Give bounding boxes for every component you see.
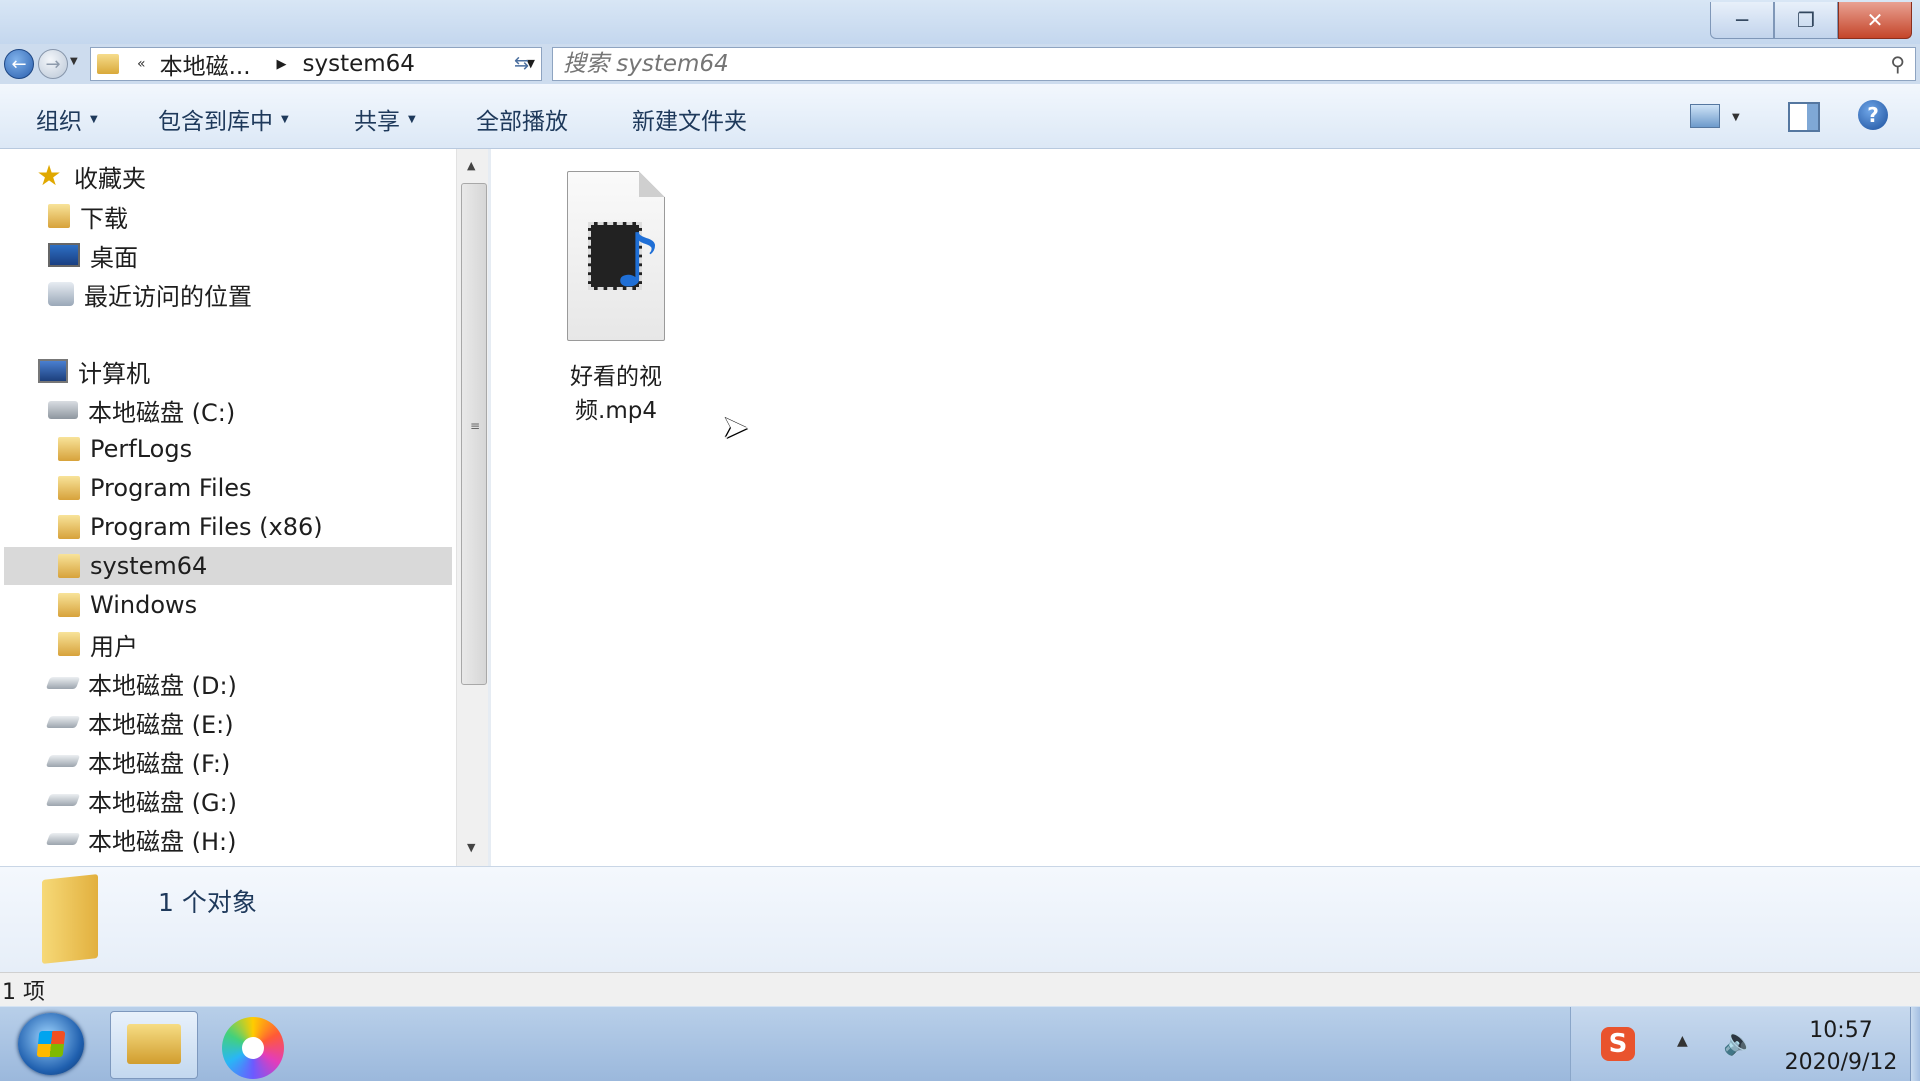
nav-drive[interactable]: 本地磁盘 (D:) [45, 664, 500, 702]
share-menu[interactable]: 共享 ▼ [354, 102, 416, 136]
search-box[interactable]: ⚲ [552, 47, 1916, 81]
folder-icon [58, 515, 80, 539]
arrow-right-icon: → [45, 53, 61, 75]
taskbar-explorer-button[interactable] [110, 1011, 198, 1079]
file-list-area[interactable]: ♪ 好看的视频.mp4 [491, 149, 1920, 866]
dropdown-triangle-icon: ▼ [281, 113, 289, 125]
status-item-count: 1 项 [2, 980, 45, 1005]
status-bar: 1 项 [0, 972, 1920, 1007]
nav-recent-places[interactable]: 最近访问的位置 [48, 275, 500, 313]
media-file-icon: ♪ [567, 171, 665, 341]
address-row: ← → ▼ « 本地磁... ▶ system64 ▼ ⇆ ⚲ [0, 44, 1920, 84]
window-controls: ─ ❐ ✕ [1710, 2, 1912, 39]
start-button[interactable] [18, 1013, 84, 1075]
system-tray: S ▲ 🔈 10:57 2020/9/12 [1570, 1007, 1920, 1081]
music-note-icon: ♪ [614, 218, 662, 304]
title-bar: ─ ❐ ✕ [0, 0, 1920, 44]
minimize-button[interactable]: ─ [1710, 2, 1774, 39]
item-count-details: 1 个对象 [158, 888, 257, 917]
volume-icon[interactable]: 🔈 [1723, 1027, 1755, 1057]
nav-drive-c[interactable]: 本地磁盘 (C:) [48, 391, 500, 429]
nav-desktop[interactable]: 桌面 [48, 236, 500, 274]
clock-time: 10:57 [1809, 1018, 1873, 1043]
restore-button[interactable]: ❐ [1774, 2, 1838, 39]
nav-folder[interactable]: PerfLogs [58, 430, 510, 468]
nav-favorites[interactable]: ★ 收藏夹 [34, 157, 486, 195]
star-icon: ★ [36, 159, 62, 192]
show-desktop-button[interactable] [1910, 1007, 1920, 1081]
preview-pane-icon[interactable] [1788, 102, 1820, 132]
system-drive-icon [48, 401, 78, 419]
change-view-icon[interactable] [1690, 104, 1720, 128]
clock-date: 2020/9/12 [1784, 1050, 1898, 1075]
downloads-folder-icon [48, 204, 70, 228]
drive-icon [45, 833, 81, 845]
drive-icon [45, 677, 81, 689]
breadcrumb-local-disk[interactable]: 本地磁... [160, 47, 251, 81]
nav-downloads[interactable]: 下载 [48, 197, 500, 235]
refresh-icon[interactable]: ⇆ [514, 53, 529, 74]
file-item[interactable]: ♪ 好看的视频.mp4 [536, 171, 696, 425]
nav-folder[interactable]: 用户 [58, 625, 510, 663]
grip-icon: ≡ [470, 419, 481, 433]
search-input[interactable] [553, 50, 1865, 78]
forward-button[interactable]: → [38, 49, 68, 79]
drive-icon [45, 794, 81, 806]
folder-icon [58, 554, 80, 578]
new-folder-button[interactable]: 新建文件夹 [632, 102, 747, 136]
taskbar-browser-button[interactable] [210, 1011, 296, 1079]
details-pane: 1 个对象 [0, 866, 1920, 973]
nav-drive[interactable]: 本地磁盘 (E:) [45, 703, 500, 741]
folder-icon [58, 437, 80, 461]
desktop-icon [48, 243, 80, 267]
back-button[interactable]: ← [4, 49, 34, 79]
explorer-folder-icon [127, 1024, 181, 1064]
breadcrumb-system64[interactable]: system64 [303, 51, 415, 77]
folder-icon [42, 874, 98, 964]
nav-scrollbar[interactable]: ▲ ≡ ▼ [456, 149, 489, 866]
folder-icon [58, 632, 80, 656]
nav-computer[interactable]: 计算机 [38, 352, 490, 390]
computer-icon [38, 359, 68, 383]
dropdown-triangle-icon: ▼ [408, 113, 416, 125]
recent-pages-dropdown[interactable]: ▼ [70, 56, 78, 67]
breadcrumb-overflow[interactable]: « [137, 56, 146, 72]
drive-icon [45, 755, 81, 767]
folder-icon [97, 54, 119, 74]
mouse-cursor-icon: ➤ [722, 408, 749, 446]
view-options-dropdown-icon[interactable]: ▼ [1732, 112, 1740, 123]
breadcrumb-separator-icon[interactable]: ▶ [277, 57, 287, 72]
nav-folder[interactable]: Program Files (x86) [58, 508, 510, 546]
dropdown-triangle-icon: ▼ [90, 113, 98, 125]
search-icon[interactable]: ⚲ [1890, 52, 1905, 76]
nav-drive[interactable]: 本地磁盘 (H:) [45, 820, 500, 858]
scroll-thumb[interactable]: ≡ [461, 183, 487, 685]
drive-icon [45, 716, 81, 728]
navigation-pane: ★ 收藏夹 下载 桌面 最近访问的位置 计算机 本地磁盘 (C:) PerfLog… [0, 149, 452, 866]
scroll-up-icon[interactable]: ▲ [467, 159, 475, 172]
show-hidden-icons-icon[interactable]: ▲ [1677, 1033, 1688, 1049]
play-all-button[interactable]: 全部播放 [476, 102, 568, 136]
taskbar: S ▲ 🔈 10:57 2020/9/12 [0, 1006, 1920, 1081]
clock[interactable]: 10:57 2020/9/12 [1771, 1015, 1911, 1079]
organize-menu[interactable]: 组织 ▼ [36, 102, 98, 136]
help-icon[interactable]: ? [1858, 100, 1888, 130]
recent-places-icon [48, 282, 74, 306]
command-bar: 组织 ▼ 包含到库中 ▼ 共享 ▼ 全部播放 新建文件夹 ▼ ? [0, 84, 1920, 149]
nav-drive[interactable]: 本地磁盘 (F:) [45, 742, 500, 780]
nav-folder[interactable]: Program Files [58, 469, 510, 507]
scroll-down-icon[interactable]: ▼ [467, 841, 475, 854]
file-name: 好看的视频.mp4 [570, 364, 662, 424]
arrow-left-icon: ← [11, 53, 27, 75]
nav-folder[interactable]: Windows [58, 586, 510, 624]
browser-icon [222, 1017, 284, 1079]
close-button[interactable]: ✕ [1838, 2, 1912, 39]
folder-icon [58, 476, 80, 500]
nav-drive[interactable]: 本地磁盘 (G:) [45, 781, 500, 819]
ime-icon[interactable]: S [1601, 1027, 1635, 1061]
include-in-library-menu[interactable]: 包含到库中 ▼ [158, 102, 289, 136]
nav-folder-selected[interactable]: system64 [4, 547, 452, 585]
address-bar[interactable]: « 本地磁... ▶ system64 ▼ [90, 47, 542, 81]
folder-icon [58, 593, 80, 617]
